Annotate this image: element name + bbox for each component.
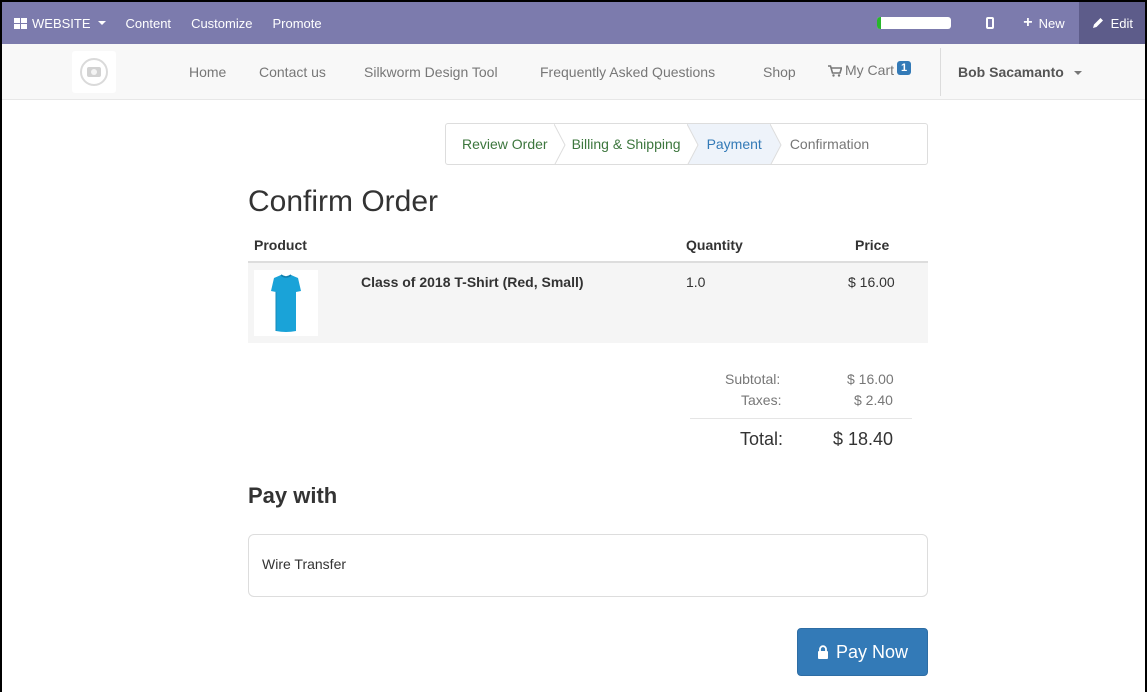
taxes-label: Taxes: bbox=[741, 392, 782, 408]
apps-grid-icon bbox=[14, 17, 27, 29]
cart-label: My Cart bbox=[845, 62, 894, 78]
wizard-step-label: Confirmation bbox=[789, 136, 870, 152]
caret-down-icon bbox=[97, 21, 106, 25]
plus-icon: + bbox=[1023, 14, 1033, 31]
camera-placeholder-icon bbox=[80, 58, 108, 86]
checkout-wizard: Review Order Billing & Shipping Payment … bbox=[445, 123, 928, 165]
wizard-separator bbox=[769, 124, 782, 164]
wizard-step-review-order[interactable]: Review Order bbox=[446, 124, 554, 164]
lock-icon bbox=[817, 645, 828, 659]
product-image[interactable] bbox=[254, 270, 318, 336]
nav-shop[interactable]: Shop bbox=[763, 64, 796, 80]
subtotal-label: Subtotal: bbox=[725, 371, 781, 387]
nav-faq[interactable]: Frequently Asked Questions bbox=[540, 64, 715, 80]
shopping-cart-icon bbox=[828, 65, 842, 77]
nav-my-cart[interactable]: My Cart 1 bbox=[828, 61, 912, 78]
promote-menu[interactable]: Promote bbox=[262, 2, 331, 44]
taxes-value: $ 2.40 bbox=[854, 392, 893, 408]
mobile-phone-icon bbox=[986, 17, 995, 29]
wizard-step-label: Payment bbox=[706, 136, 762, 152]
wizard-step-payment[interactable]: Payment bbox=[698, 124, 770, 164]
total-value: $ 18.40 bbox=[833, 429, 894, 449]
cart-count-badge: 1 bbox=[897, 61, 912, 75]
edit-button[interactable]: Edit bbox=[1078, 2, 1145, 44]
customize-menu[interactable]: Customize bbox=[181, 2, 262, 44]
site-logo[interactable] bbox=[72, 51, 116, 93]
wizard-step-label: Billing & Shipping bbox=[571, 136, 681, 152]
pay-now-button[interactable]: Pay Now bbox=[797, 628, 928, 676]
wizard-separator bbox=[686, 124, 699, 164]
nav-home[interactable]: Home bbox=[189, 64, 226, 80]
pay-now-label: Pay Now bbox=[835, 641, 909, 662]
tshirt-icon bbox=[271, 274, 301, 332]
nav-contact-us[interactable]: Contact us bbox=[259, 64, 326, 80]
subtotal-value: $ 16.00 bbox=[847, 371, 894, 387]
table-row: Class of 2018 T-Shirt (Red, Small) 1.0 $… bbox=[248, 263, 928, 343]
total-label: Total: bbox=[740, 429, 784, 449]
edit-button-label: Edit bbox=[1110, 15, 1133, 31]
progress-bar[interactable] bbox=[877, 17, 952, 29]
wizard-step-confirmation[interactable]: Confirmation bbox=[782, 124, 881, 164]
user-menu[interactable]: Bob Sacamanto bbox=[958, 64, 1082, 80]
website-menu-label: WEBSITE bbox=[32, 15, 91, 31]
user-name: Bob Sacamanto bbox=[958, 64, 1064, 80]
totals-divider bbox=[690, 418, 912, 419]
progress-fill bbox=[877, 17, 881, 29]
column-header-product: Product bbox=[254, 237, 307, 253]
admin-bar: WEBSITE Content Customize Promote + New bbox=[2, 2, 1145, 44]
product-price: $ 16.00 bbox=[848, 274, 895, 290]
site-navbar: Home Contact us Silkworm Design Tool Fre… bbox=[2, 44, 1145, 100]
payment-method-wire-transfer[interactable]: Wire Transfer bbox=[248, 534, 928, 597]
column-header-price: Price bbox=[855, 237, 890, 253]
caret-down-icon bbox=[1073, 71, 1082, 76]
content-menu[interactable]: Content bbox=[116, 2, 182, 44]
product-name[interactable]: Class of 2018 T-Shirt (Red, Small) bbox=[361, 274, 584, 290]
new-button[interactable]: + New bbox=[1009, 2, 1078, 44]
column-header-quantity: Quantity bbox=[686, 237, 743, 253]
pencil-icon bbox=[1092, 18, 1103, 28]
product-quantity: 1.0 bbox=[686, 274, 706, 290]
nav-silkworm-design-tool[interactable]: Silkworm Design Tool bbox=[364, 64, 498, 80]
browser-frame: WEBSITE Content Customize Promote + New bbox=[0, 0, 1147, 692]
website-menu-button[interactable]: WEBSITE bbox=[2, 2, 116, 44]
new-button-label: New bbox=[1038, 15, 1065, 31]
wizard-step-label: Review Order bbox=[462, 136, 548, 152]
page-title: Confirm Order bbox=[248, 185, 439, 218]
nav-divider bbox=[940, 48, 941, 96]
mobile-preview-button[interactable] bbox=[971, 2, 1009, 44]
wizard-separator bbox=[553, 124, 566, 164]
pay-with-heading: Pay with bbox=[248, 483, 338, 508]
payment-method-label: Wire Transfer bbox=[262, 556, 347, 572]
wizard-step-billing-shipping[interactable]: Billing & Shipping bbox=[566, 124, 687, 164]
